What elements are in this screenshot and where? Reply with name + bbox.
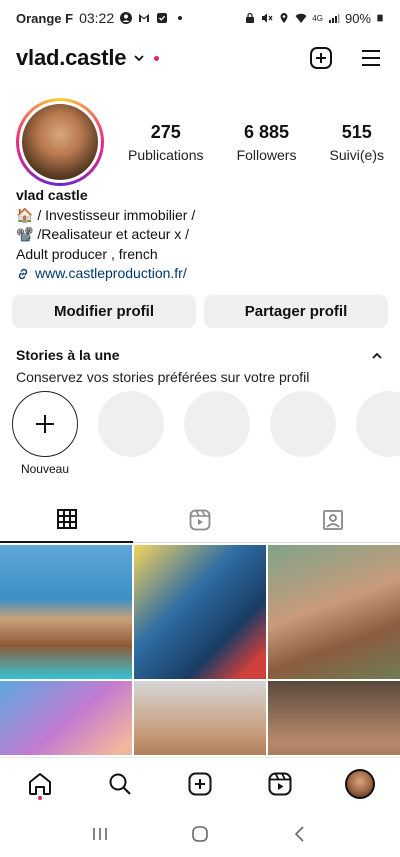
new-highlight-label: Nouveau [20, 462, 70, 476]
notification-dot [38, 795, 42, 800]
profile-bio: vlad castle 🏠 / Investisseur immobilier … [16, 186, 376, 284]
avatar-photo [22, 104, 98, 180]
stat-followers[interactable]: 6 885 Followers [237, 122, 297, 163]
location-icon [280, 13, 288, 23]
post-thumbnail[interactable] [268, 681, 400, 755]
content-tabs [0, 497, 400, 543]
back-button[interactable] [285, 819, 315, 849]
wifi-icon [295, 13, 307, 23]
plus-square-icon [310, 47, 332, 69]
battery-icon [377, 14, 383, 22]
website-link[interactable]: www.castleproduction.fr/ [16, 264, 376, 284]
profile-summary: 275 Publications 6 885 Followers 515 Sui… [16, 96, 384, 188]
posts-grid [0, 545, 400, 755]
checkbox-notification-icon [157, 13, 168, 23]
post-thumbnail[interactable] [134, 545, 266, 679]
highlight-placeholder [356, 391, 400, 476]
notification-dot [154, 55, 160, 61]
carrier-label: Orange F [16, 10, 74, 26]
system-navigation [0, 810, 400, 857]
hamburger-icon [362, 50, 380, 66]
plus-square-icon [188, 772, 212, 795]
new-highlight-button[interactable]: Nouveau [12, 391, 78, 476]
stat-value: 275 [150, 121, 181, 142]
profile-stats: 275 Publications 6 885 Followers 515 Sui… [128, 122, 384, 163]
nav-search[interactable] [100, 764, 140, 804]
reels-icon [189, 509, 211, 530]
bio-line: Adult producer , french [16, 245, 158, 262]
create-post-button[interactable] [308, 45, 334, 71]
highlight-placeholder [184, 391, 250, 476]
menu-button[interactable] [358, 45, 384, 71]
link-icon [18, 268, 28, 279]
stat-value: 515 [341, 121, 372, 142]
home-icon [29, 772, 51, 795]
post-thumbnail[interactable] [134, 681, 266, 755]
home-system-button[interactable] [185, 819, 215, 849]
stat-label: Publications [128, 146, 204, 163]
highlight-placeholder [98, 391, 164, 476]
reels-icon [268, 772, 292, 795]
avatar [345, 768, 375, 799]
tab-posts-grid[interactable] [0, 497, 134, 543]
signal-icon [328, 14, 340, 23]
bio-line: 📽️ /Realisateur et acteur x / [16, 226, 190, 242]
tagged-icon [323, 509, 344, 530]
nav-create[interactable] [180, 764, 220, 804]
post-thumbnail[interactable] [0, 681, 132, 755]
account-icon [120, 12, 133, 24]
back-icon [294, 825, 304, 842]
profile-avatar[interactable] [16, 98, 104, 186]
highlights-description: Conservez vos stories préférées sur votr… [16, 369, 310, 385]
stat-value: 6 885 [243, 121, 290, 142]
username-switcher[interactable]: vlad.castle [16, 45, 127, 71]
nav-home[interactable] [20, 764, 60, 804]
chevron-down-icon[interactable] [132, 51, 146, 65]
share-profile-button[interactable]: Partager profil [204, 295, 388, 328]
profile-actions: Modifier profil Partager profil [12, 295, 388, 328]
gmail-icon [139, 14, 150, 22]
grid-icon [56, 509, 77, 529]
mute-icon [262, 13, 273, 23]
post-thumbnail[interactable] [0, 545, 132, 679]
nav-reels[interactable] [260, 764, 300, 804]
battery-percent: 90% [344, 10, 371, 26]
plus-icon [36, 415, 54, 433]
display-name: vlad castle [16, 187, 88, 203]
stat-label: Followers [236, 146, 297, 163]
highlights-title: Stories à la une [16, 347, 120, 363]
website-url: www.castleproduction.fr/ [35, 265, 187, 281]
post-thumbnail[interactable] [268, 545, 400, 679]
highlight-placeholder [270, 391, 336, 476]
network-type: 4G [312, 13, 323, 23]
bio-line: 🏠 / Investisseur immobilier / [16, 206, 196, 223]
profile-header: vlad.castle [0, 40, 400, 76]
stat-following[interactable]: 515 Suivi(e)s [330, 122, 384, 163]
stat-label: Suivi(e)s [329, 146, 384, 163]
home-system-icon [192, 825, 208, 842]
nav-profile[interactable] [340, 764, 380, 804]
lock-icon [246, 12, 255, 23]
highlights-row: Nouveau [12, 391, 400, 476]
recent-apps-button[interactable] [85, 819, 115, 849]
more-notifications-icon [178, 16, 183, 20]
clock: 03:22 [79, 10, 115, 26]
status-bar: Orange F 03:22 4G 90% [0, 0, 400, 36]
edit-profile-button[interactable]: Modifier profil [12, 295, 196, 328]
stat-posts[interactable]: 275 Publications [128, 122, 204, 163]
chevron-up-icon[interactable] [370, 349, 384, 363]
search-icon [109, 773, 131, 795]
recent-apps-icon [93, 827, 107, 840]
tab-tagged[interactable] [266, 497, 400, 543]
bottom-navigation [0, 757, 400, 809]
tab-reels[interactable] [133, 497, 267, 543]
